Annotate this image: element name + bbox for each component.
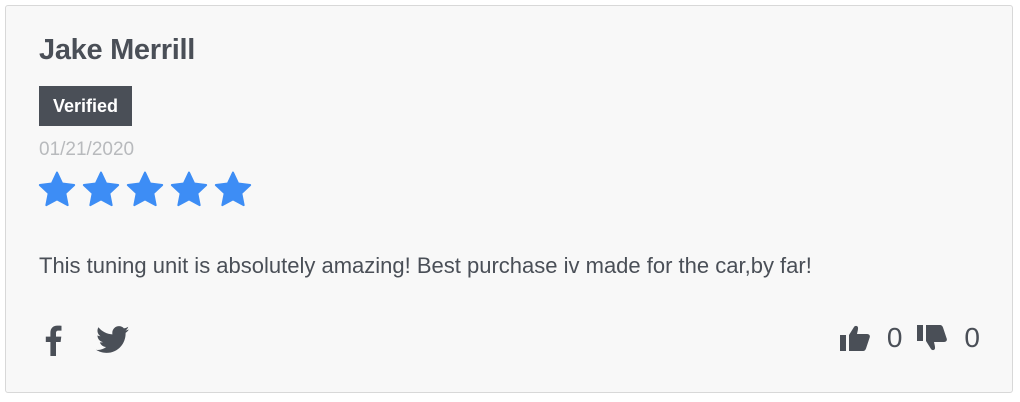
thumbs-down-icon bbox=[917, 325, 948, 351]
star-icon bbox=[170, 171, 208, 207]
review-card: Jake Merrill Verified 01/21/2020 This tu… bbox=[5, 5, 1013, 393]
facebook-icon[interactable] bbox=[44, 324, 62, 356]
star-icon bbox=[82, 171, 120, 207]
thumbs-up-icon bbox=[839, 325, 870, 351]
vote-controls: 0 0 bbox=[839, 324, 980, 352]
downvote-count: 0 bbox=[964, 322, 980, 353]
star-rating bbox=[37, 170, 253, 210]
star-icon bbox=[38, 171, 76, 207]
twitter-icon[interactable] bbox=[96, 326, 130, 354]
star-icon bbox=[126, 171, 164, 207]
share-links bbox=[44, 324, 130, 356]
star-icon bbox=[214, 171, 252, 207]
upvote-button[interactable]: 0 bbox=[839, 322, 903, 353]
downvote-button[interactable]: 0 bbox=[916, 324, 980, 352]
review-body: This tuning unit is absolutely amazing! … bbox=[39, 253, 812, 278]
upvote-count: 0 bbox=[886, 322, 903, 353]
verified-badge: Verified bbox=[39, 86, 133, 126]
review-date: 01/21/2020 bbox=[39, 139, 135, 160]
reviewer-name: Jake Merrill bbox=[39, 34, 195, 66]
